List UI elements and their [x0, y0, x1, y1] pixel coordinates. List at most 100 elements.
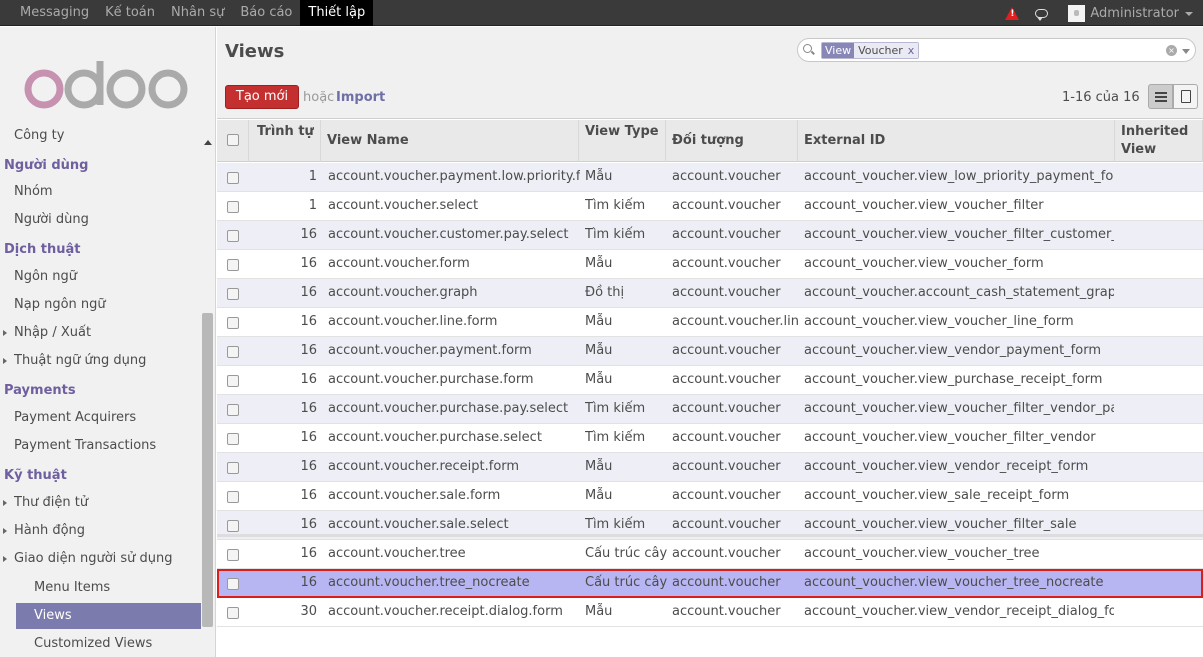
control-panel: Views View Voucher x × Tạo mới hoặc Impor…: [217, 27, 1203, 119]
top-menu-item[interactable]: Thiết lập: [300, 0, 374, 26]
table-row[interactable]: 16 account.voucher.customer.pay.select Tìm…: [217, 221, 1203, 250]
sidebar-item[interactable]: Thư điện tử: [0, 490, 200, 516]
search-icon[interactable]: [803, 44, 812, 53]
expand-arrow-icon[interactable]: [3, 500, 7, 506]
column-header[interactable]: View Type: [579, 120, 666, 162]
create-button[interactable]: Tạo mới: [225, 85, 299, 109]
pager-value[interactable]: 1-16 của 16: [1062, 90, 1140, 105]
row-checkbox[interactable]: [227, 433, 239, 445]
table-row[interactable]: 16 account.voucher.form Mẫu account.voucher…: [217, 250, 1203, 279]
table-row[interactable]: 16 account.voucher.payment.form Mẫu account…: [217, 337, 1203, 366]
sidebar-item[interactable]: Người dùng: [0, 207, 200, 233]
top-menu-item[interactable]: Messaging: [12, 0, 97, 26]
table-row[interactable]: 16 account.voucher.purchase.pay.select Tìm…: [217, 395, 1203, 424]
row-checkbox[interactable]: [227, 462, 239, 474]
row-checkbox[interactable]: [227, 201, 239, 213]
external-id-cell: account_voucher.view_voucher_filter_vend…: [804, 430, 1096, 445]
row-checkbox[interactable]: [227, 317, 239, 329]
scroll-up-arrow-icon[interactable]: [204, 140, 212, 145]
expand-arrow-icon[interactable]: [3, 358, 7, 364]
row-checkbox[interactable]: [227, 259, 239, 271]
chat-icon[interactable]: [1035, 8, 1049, 21]
sidebar-item[interactable]: Ngôn ngữ: [0, 264, 200, 290]
sequence-cell: 16: [300, 285, 317, 300]
table-row[interactable]: 30 account.voucher.receipt.dialog.form Mẫu…: [217, 598, 1203, 627]
view-name-cell: account.voucher.form: [328, 256, 470, 271]
sidebar-scrollbar[interactable]: [202, 313, 213, 627]
table-row[interactable]: 16 account.voucher.sale.form Mẫu account.vo…: [217, 482, 1203, 511]
clear-search-icon[interactable]: ×: [1166, 45, 1177, 56]
column-header[interactable]: Trình tự: [249, 120, 321, 162]
sidebar-item-label: Kỹ thuật: [4, 468, 67, 483]
sidebar-item[interactable]: Payment Acquirers: [0, 405, 200, 431]
user-name[interactable]: Administrator: [1090, 6, 1179, 21]
expand-arrow-icon[interactable]: [3, 556, 7, 562]
top-menu-item[interactable]: Kế toán: [97, 0, 163, 26]
search-options-chevron-icon[interactable]: [1182, 49, 1190, 54]
row-checkbox[interactable]: [227, 346, 239, 358]
close-icon[interactable]: x: [908, 44, 915, 57]
sidebar-item[interactable]: Nhập / Xuất: [0, 320, 200, 346]
model-cell: account.voucher: [672, 343, 781, 358]
table-row[interactable]: 1 account.voucher.payment.low.priority.fo…: [217, 163, 1203, 192]
table-row[interactable]: 16 account.voucher.purchase.select Tìm kiế…: [217, 424, 1203, 453]
expand-arrow-icon[interactable]: [3, 528, 7, 534]
table-row[interactable]: 16 account.voucher.purchase.form Mẫu accoun…: [217, 366, 1203, 395]
table-row[interactable]: 16 account.voucher.tree Cấu trúc cây accoun…: [217, 540, 1203, 569]
sidebar-item[interactable]: Hành động: [0, 518, 200, 544]
expand-arrow-icon[interactable]: [3, 330, 7, 336]
table-row[interactable]: 16 account.voucher.tree_nocreate Cấu trúc …: [217, 569, 1203, 598]
row-checkbox[interactable]: [227, 288, 239, 300]
row-checkbox[interactable]: [227, 230, 239, 242]
top-menu-item[interactable]: Nhân sự: [163, 0, 232, 26]
sidebar-item[interactable]: Menu Items: [16, 575, 201, 601]
table-row[interactable]: 16 account.voucher.receipt.form Mẫu account…: [217, 453, 1203, 482]
sidebar-item[interactable]: Nhóm: [0, 179, 200, 205]
external-id-cell: account_voucher.view_voucher_filter: [804, 198, 1044, 213]
sidebar-item[interactable]: Giao diện người sử dụng: [0, 546, 200, 572]
odoo-logo[interactable]: odoo: [22, 61, 192, 109]
search-facet[interactable]: View Voucher x: [821, 42, 920, 59]
table-row[interactable]: 1 account.voucher.select Tìm kiếm account.v…: [217, 192, 1203, 221]
row-checkbox[interactable]: [227, 491, 239, 503]
sidebar-item[interactable]: Thuật ngữ ứng dụng: [0, 348, 200, 374]
sidebar-item[interactable]: Views: [16, 603, 201, 629]
column-header[interactable]: View Name: [321, 120, 579, 162]
view-type-cell: Đồ thị: [585, 285, 625, 300]
sidebar-section-header: Dịch thuật: [0, 237, 200, 263]
row-checkbox[interactable]: [227, 172, 239, 184]
table-row[interactable]: 16 account.voucher.graph Đồ thị account.vou…: [217, 279, 1203, 308]
column-header[interactable]: External ID: [798, 120, 1115, 162]
column-header[interactable]: Inherited View: [1115, 120, 1203, 162]
column-header[interactable]: Đối tượng: [666, 120, 798, 162]
sidebar-item-label: Payment Transactions: [14, 438, 157, 453]
chevron-down-icon[interactable]: [1185, 12, 1193, 16]
top-menu-item[interactable]: Báo cáo: [232, 0, 300, 26]
view-name-cell: account.voucher.receipt.dialog.form: [328, 604, 563, 619]
warning-icon[interactable]: !: [1005, 6, 1020, 20]
row-checkbox[interactable]: [227, 375, 239, 387]
list-view-icon[interactable]: [1148, 84, 1173, 109]
sidebar-item[interactable]: Payment Transactions: [0, 433, 200, 459]
table-row[interactable]: 16 account.voucher.line.form Mẫu account.vo…: [217, 308, 1203, 337]
avatar[interactable]: [1068, 4, 1086, 22]
sidebar-item[interactable]: Nạp ngôn ngữ: [0, 292, 200, 318]
row-checkbox[interactable]: [227, 607, 239, 619]
row-checkbox[interactable]: [227, 520, 239, 532]
view-type-cell: Mẫu: [585, 169, 613, 184]
search-bar[interactable]: View Voucher x ×: [797, 38, 1196, 62]
row-checkbox[interactable]: [227, 404, 239, 416]
row-checkbox[interactable]: [227, 549, 239, 561]
sidebar-item-label: Ngôn ngữ: [14, 269, 78, 284]
form-view-icon[interactable]: [1173, 84, 1198, 109]
row-checkbox[interactable]: [227, 578, 239, 590]
sequence-cell: 16: [300, 372, 317, 387]
select-all-checkbox[interactable]: [227, 134, 239, 146]
page-title: Views: [225, 41, 285, 62]
model-cell: account.voucher: [672, 604, 781, 619]
import-link[interactable]: Import: [336, 90, 385, 105]
model-cell: account.voucher: [672, 256, 781, 271]
view-type-cell: Mẫu: [585, 459, 613, 474]
sidebar-item[interactable]: Công ty: [0, 123, 200, 149]
sidebar-item[interactable]: Customized Views: [16, 631, 201, 657]
